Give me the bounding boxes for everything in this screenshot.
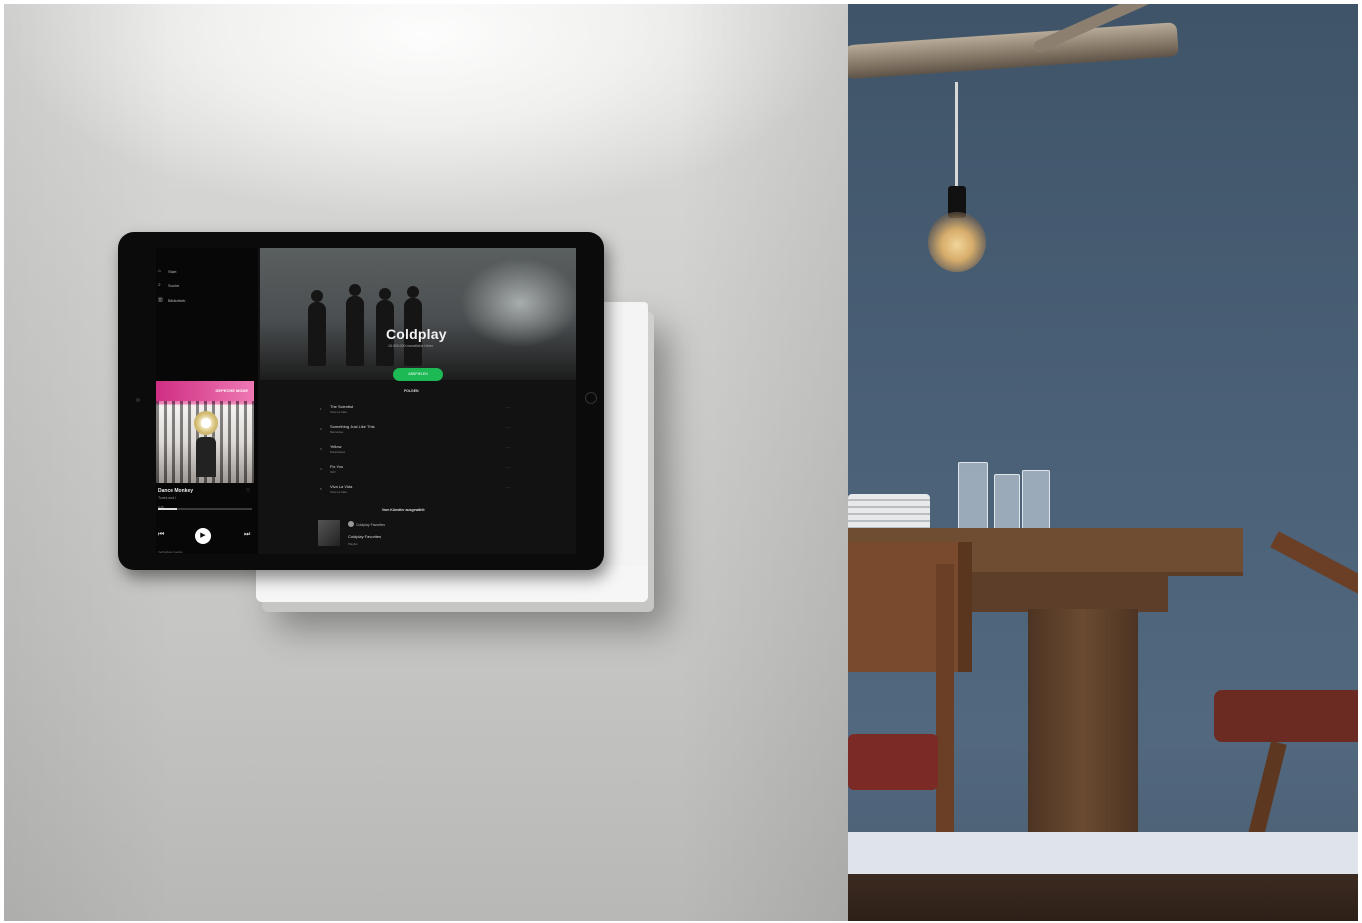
now-playing-title[interactable]: Dance Monkey (158, 488, 193, 494)
drinking-glass (1022, 470, 1050, 534)
more-icon[interactable]: ⋯ (506, 405, 510, 410)
home-icon: ⌂ (158, 268, 162, 274)
table-apron (968, 572, 1168, 612)
sidebar-item-label: Suche (168, 282, 180, 288)
track-row[interactable]: 4 Fix You X&Y ⋯ (320, 464, 520, 478)
track-number: 4 (320, 467, 322, 471)
previous-icon[interactable]: ⏮ (158, 531, 164, 539)
progress-fill (158, 508, 177, 510)
track-title: Something Just Like This (330, 424, 375, 429)
wall-mount-frame (256, 566, 648, 602)
sidebar: ⌂ Start ⌕ Suche ▥ Bibliothek DEPECHE MOD… (156, 248, 258, 554)
drinking-glass (958, 462, 988, 534)
album-text: DEPECHE MODE (215, 388, 248, 393)
library-icon: ▥ (158, 297, 163, 303)
chair-seat (848, 734, 938, 790)
now-playing-artist[interactable]: Tones and I (158, 496, 176, 500)
next-icon[interactable]: ⏭ (244, 531, 250, 539)
more-icon[interactable]: ⋯ (506, 465, 510, 470)
track-title: Yellow (330, 444, 342, 449)
album-disc (194, 411, 218, 435)
avatar (348, 521, 354, 527)
track-row[interactable]: 3 Yellow Parachutes ⋯ (320, 444, 520, 458)
track-row[interactable]: 5 Viva La Vida Viva La Vida ⋯ (320, 484, 520, 498)
track-title: The Scientist (330, 404, 354, 409)
baseboard (848, 832, 1358, 874)
dining-room (848, 4, 1358, 921)
album-figure (196, 437, 216, 477)
track-album: X&Y (330, 470, 337, 474)
track-number: 5 (320, 487, 322, 491)
track-number: 2 (320, 427, 322, 431)
band-member (308, 290, 326, 366)
home-button[interactable] (585, 392, 597, 404)
band-member (346, 284, 364, 366)
band-member-head (379, 288, 391, 300)
drinking-glass (994, 474, 1020, 534)
camera-icon (136, 398, 140, 402)
artist-pick-caption: Coldplay Favorites (356, 523, 385, 527)
album-cover[interactable]: DEPECHE MODE (156, 381, 254, 483)
wood-floor (848, 874, 1358, 921)
wood-branch (848, 22, 1179, 80)
hero-cloud (460, 258, 576, 348)
sidebar-item-library[interactable]: ▥ Bibliothek (158, 296, 185, 304)
sidebar-item-label: Bibliothek (168, 297, 186, 303)
sidebar-item-home[interactable]: ⌂ Start (158, 267, 176, 275)
track-number: 3 (320, 447, 322, 451)
lamp-cord (955, 82, 958, 192)
band-member-head (407, 286, 419, 298)
plate-stack (848, 494, 930, 532)
play-button[interactable]: ▶ (195, 528, 211, 544)
sidebar-item-search[interactable]: ⌕ Suche (158, 281, 179, 289)
more-icon[interactable]: ⋯ (506, 425, 510, 430)
follow-button[interactable]: FOLGEN (404, 389, 419, 393)
wall-mount-frame (598, 302, 648, 602)
artist-name: Coldplay (386, 326, 447, 342)
track-number: 1 (320, 407, 322, 411)
play-artist-button[interactable]: ABSPIELEN (393, 368, 443, 381)
track-title: Viva La Vida (330, 484, 353, 489)
artist-pick-type: Playlist (348, 542, 358, 546)
heart-icon[interactable]: ♡ (246, 488, 250, 494)
artist-listeners: 15.000.000 monatliche Hörer (388, 344, 434, 348)
more-icon[interactable]: ⋯ (506, 485, 510, 490)
track-album: Memories (330, 430, 344, 434)
track-album: Parachutes (330, 450, 346, 454)
more-icon[interactable]: ⋯ (506, 445, 510, 450)
light-bulb (928, 212, 986, 272)
band-member-head (349, 284, 361, 296)
track-row[interactable]: 2 Something Just Like This Memories ⋯ (320, 424, 520, 438)
chair-back (1270, 531, 1358, 599)
search-icon: ⌕ (158, 282, 161, 288)
devices-label[interactable]: Verfügbare Geräte (158, 550, 183, 554)
track-album: Viva La Vida (330, 490, 347, 494)
progress-bar[interactable] (158, 508, 252, 510)
playlist-cover[interactable] (318, 520, 340, 546)
artist-pick-heading: Vom Künstler ausgewählt (382, 508, 425, 512)
chair-seat (1214, 690, 1358, 742)
sidebar-item-label: Start (168, 268, 177, 274)
tablet-screen: ⌂ Start ⌕ Suche ▥ Bibliothek DEPECHE MOD… (156, 248, 576, 554)
track-album: Viva La Vida (330, 410, 347, 414)
track-row[interactable]: 1 The Scientist Viva La Vida ⋯ (320, 404, 520, 418)
band-member-head (311, 290, 323, 302)
artist-hero (260, 248, 576, 380)
track-title: Fix You (330, 464, 344, 469)
artist-pick-title[interactable]: Coldplay Favorites (348, 534, 381, 539)
